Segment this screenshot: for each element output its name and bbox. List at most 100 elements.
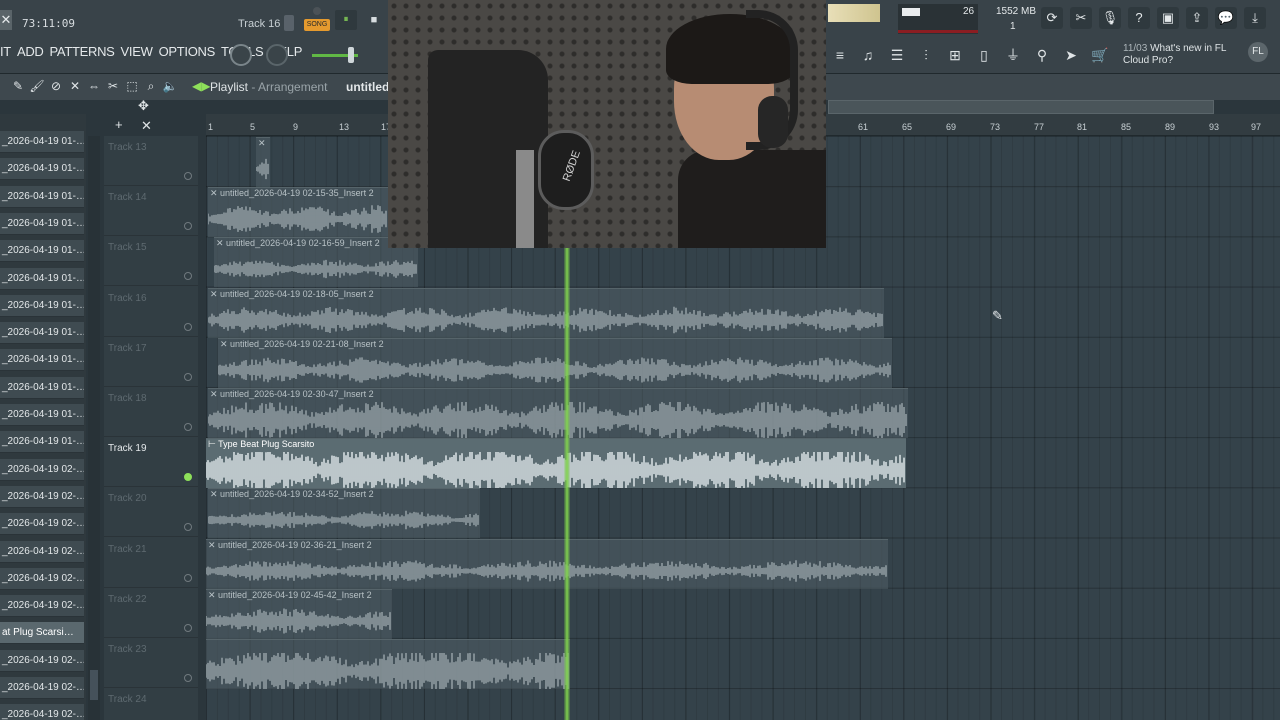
audio-clip[interactable]: ✕ untitled_2026-04-19 02-18-05_Insert 2 (208, 287, 884, 338)
track-enable-dot[interactable] (184, 172, 192, 180)
track-header[interactable]: Track 17 (104, 337, 198, 387)
mute-tool-icon[interactable]: ✕ (67, 78, 83, 94)
menu-patterns[interactable]: PATTERNS (50, 44, 115, 64)
tempo-knob[interactable] (266, 44, 288, 66)
playback-tool-icon[interactable]: 🔈 (162, 78, 178, 94)
browser-scroll-thumb[interactable] (90, 670, 98, 700)
browser-item[interactable]: _2026-04-19 02-… (0, 485, 84, 508)
browser-item[interactable]: _2026-04-19 01-… (0, 322, 84, 345)
menu-add[interactable]: ADD (17, 44, 44, 64)
ruler-snap-icon[interactable]: ✥ (138, 98, 149, 114)
browser-item[interactable]: _2026-04-19 02-… (0, 513, 84, 536)
browser-item[interactable]: _2026-04-19 01-… (0, 212, 84, 235)
close-icon[interactable]: ✕ (0, 10, 12, 30)
audio-clip[interactable] (206, 639, 570, 689)
browser-item[interactable]: at Plug Scarsi… (0, 622, 84, 645)
browser-item[interactable]: _2026-04-19 02-… (0, 649, 84, 672)
track-enable-dot[interactable] (184, 272, 192, 281)
pencil-tool-icon[interactable]: ✎ (10, 78, 26, 94)
play-pause-button[interactable]: ⏸ (335, 10, 357, 30)
browser-item[interactable]: _2026-04-19 01-… (0, 349, 84, 372)
track-enable-dot[interactable] (184, 372, 192, 381)
browser-item[interactable]: _2026-04-19 02-… (0, 704, 84, 720)
browser-item[interactable]: _2026-04-19 01-… (0, 240, 84, 263)
track-header[interactable]: Track 18 (104, 387, 198, 437)
browser-item[interactable]: _2026-04-19 01-… (0, 267, 84, 290)
remove-track-icon[interactable]: ✕ (141, 118, 152, 134)
track-enable-dot[interactable] (184, 322, 192, 331)
horizontal-scrollbar[interactable] (828, 100, 1214, 114)
browser-item[interactable]: _2026-04-19 02-… (0, 595, 84, 618)
track-header[interactable]: Track 20 (104, 487, 198, 538)
browser-item[interactable]: _2026-04-19 01-… (0, 294, 84, 317)
menu-view[interactable]: VIEW (121, 44, 153, 64)
track-header[interactable]: Track 23 (104, 638, 198, 688)
audio-clip[interactable]: ✕ untitled_2026-04-19 02-36-21_Insert 2 (206, 538, 888, 589)
browser-item[interactable]: _2026-04-19 02-… (0, 540, 84, 563)
master-volume-handle[interactable] (348, 47, 354, 63)
menu-prefix[interactable]: IT (0, 44, 11, 64)
track-header[interactable]: Track 21 (104, 538, 198, 588)
track-header[interactable]: Track 22 (104, 588, 198, 638)
paint-tool-icon[interactable]: 🖌 (29, 78, 45, 94)
track-enable-dot[interactable] (184, 423, 192, 431)
audio-clip[interactable]: ✕ untitled_2026-04-19 02-45-42_Insert 2 (206, 588, 392, 639)
browser-item[interactable]: _2026-04-19 01-… (0, 158, 84, 181)
browser-item[interactable]: _2026-04-19 01-… (0, 131, 84, 153)
arrangement-name[interactable]: untitled (346, 80, 389, 94)
piano-roll-icon[interactable]: ♫ (857, 44, 879, 66)
select-tool-icon[interactable]: ⬚ (124, 78, 140, 94)
master-pitch-knob[interactable] (230, 44, 252, 66)
zoom-tool-icon[interactable]: ⌕ (143, 78, 159, 94)
browser-item[interactable]: _2026-04-19 01-… (0, 376, 84, 399)
slice-tool-icon[interactable]: ✂ (105, 78, 121, 94)
track-enable-dot[interactable] (184, 573, 192, 582)
track-header[interactable]: Track 19 (104, 437, 198, 488)
track-enable-dot[interactable] (184, 674, 192, 682)
track-header[interactable]: Track 14 (104, 186, 198, 237)
slip-tool-icon[interactable]: ⇔ (86, 78, 102, 94)
fl-studio-logo-icon[interactable]: FL (1248, 42, 1268, 62)
audio-clip[interactable]: ✕ untitled_2026-04-19 02-34-52_Insert 2 (208, 488, 480, 539)
stop-button[interactable]: ■ (364, 10, 384, 30)
arrow-icon[interactable]: ➤ (1060, 44, 1082, 66)
channel-rack-icon[interactable]: ☰ (886, 44, 908, 66)
browser-item[interactable]: _2026-04-19 02-… (0, 567, 84, 590)
browser-item[interactable]: _2026-04-19 01-… (0, 431, 84, 454)
undo-history-icon[interactable]: ⟳ (1041, 7, 1063, 29)
mixer-icon[interactable]: ⫶ (915, 44, 937, 66)
menu-options[interactable]: OPTIONS (159, 44, 216, 64)
mic-stand-icon[interactable]: ⚲ (1031, 44, 1053, 66)
add-track-icon[interactable]: + (115, 117, 123, 132)
file-icon[interactable]: ▯ (973, 44, 995, 66)
browser-item[interactable]: _2026-04-19 02-… (0, 677, 84, 699)
browser-item[interactable]: _2026-04-19 01-… (0, 185, 84, 208)
plugin-icon[interactable]: ⏚ (1002, 44, 1024, 66)
audio-clip[interactable]: ✕ untitled_2026-04-19 02-30-47_Insert 2 (208, 388, 908, 438)
export-icon[interactable]: ⇪ (1186, 7, 1208, 29)
save-icon[interactable]: ▣ (1157, 7, 1179, 29)
track-enable-dot[interactable] (184, 473, 192, 482)
audio-clip[interactable]: ✕ untitled_2026-04-19 02-21-08_Insert 2 (218, 337, 892, 388)
track-header[interactable]: Track 13 (104, 136, 198, 186)
pattern-mode-lamp[interactable] (313, 7, 321, 15)
track-header[interactable]: Track 24 (104, 688, 198, 720)
chat-icon[interactable]: 💬 (1215, 7, 1237, 29)
news-panel[interactable]: 11/03 What's new in FL Cloud Pro? (1123, 43, 1226, 67)
browser-scrollbar[interactable] (88, 136, 100, 720)
browser-item[interactable]: _2026-04-19 01-… (0, 404, 84, 426)
help-icon[interactable]: ? (1128, 7, 1150, 29)
track-header[interactable]: Track 16 (104, 287, 198, 337)
audio-clip[interactable]: ⊢ Type Beat Plug Scarsito (206, 438, 906, 489)
microphone-icon[interactable]: 🎙 (1099, 7, 1121, 29)
track-enable-dot[interactable] (184, 222, 192, 231)
delete-tool-icon[interactable]: ⊘ (48, 78, 64, 94)
audio-clip[interactable]: ✕ (256, 137, 270, 187)
cut-tool-icon[interactable]: ✂ (1070, 7, 1092, 29)
audio-clip[interactable]: ✕ untitled_2026-04-19 02-15-35_Insert 2 (208, 187, 388, 238)
track-enable-dot[interactable] (184, 623, 192, 632)
song-mode-toggle[interactable]: SONG (304, 19, 330, 31)
track-header[interactable]: Track 15 (104, 236, 198, 287)
cart-icon[interactable]: 🛒 (1089, 44, 1111, 66)
browser-item[interactable]: _2026-04-19 02-… (0, 458, 84, 481)
